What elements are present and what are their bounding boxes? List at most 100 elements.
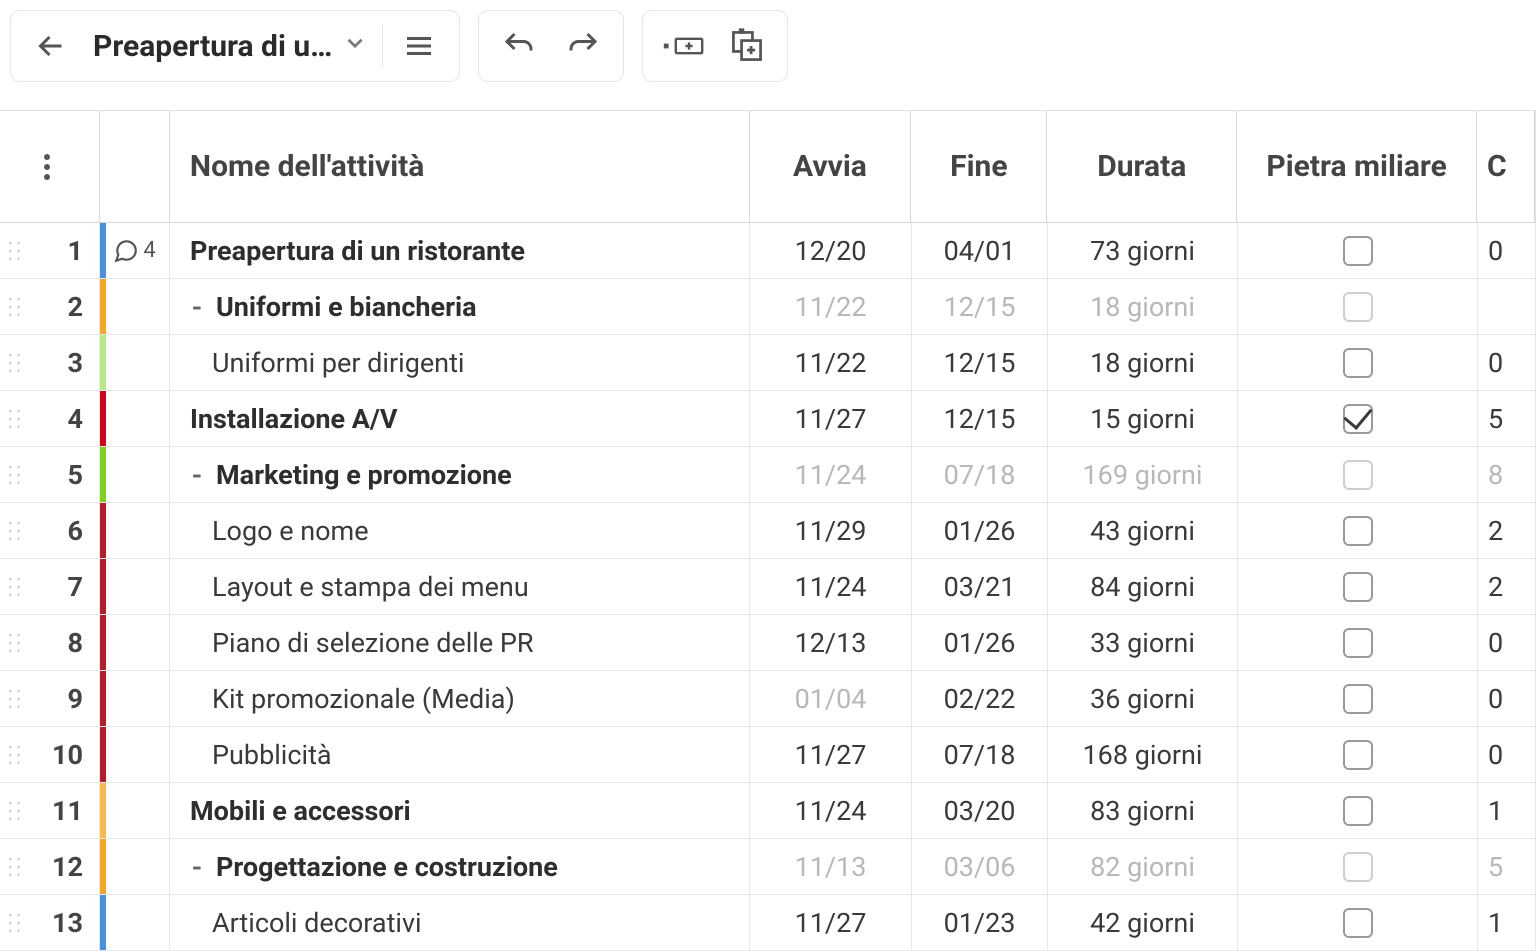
milestone-checkbox[interactable] <box>1343 852 1373 882</box>
drag-handle-icon[interactable]: ∷∷ <box>8 411 23 427</box>
milestone-checkbox[interactable] <box>1343 796 1373 826</box>
task-name-cell[interactable]: Piano di selezione delle PR <box>170 615 750 670</box>
duration-cell[interactable]: 82 giorni <box>1048 839 1238 894</box>
drag-handle-icon[interactable]: ∷∷ <box>8 243 23 259</box>
table-row[interactable]: ∷∷13 Articoli decorativi11/2701/2342 gior… <box>0 895 1536 951</box>
comment-cell[interactable]: 4 <box>100 223 170 278</box>
end-date-cell[interactable]: 03/21 <box>912 559 1048 614</box>
insert-task-button[interactable] <box>651 14 715 78</box>
end-date-cell[interactable]: 12/15 <box>912 335 1048 390</box>
start-date-cell[interactable]: 11/24 <box>750 447 912 502</box>
collapse-toggle-icon[interactable]: - <box>190 291 204 323</box>
duration-cell[interactable]: 42 giorni <box>1048 895 1238 950</box>
duration-cell[interactable]: 73 giorni <box>1048 223 1238 278</box>
drag-handle-icon[interactable]: ∷∷ <box>8 467 23 483</box>
menu-button[interactable] <box>387 14 451 78</box>
row-number-cell[interactable]: ∷∷13 <box>0 895 100 950</box>
row-number-cell[interactable]: ∷∷8 <box>0 615 100 670</box>
task-name-cell[interactable]: Mobili e accessori <box>170 783 750 838</box>
milestone-checkbox[interactable] <box>1343 348 1373 378</box>
duration-cell[interactable]: 15 giorni <box>1048 391 1238 446</box>
project-title-dropdown[interactable]: Preapertura di u… <box>83 29 378 64</box>
milestone-checkbox[interactable] <box>1343 236 1373 266</box>
comment-cell[interactable] <box>100 559 170 614</box>
drag-handle-icon[interactable]: ∷∷ <box>8 579 23 595</box>
start-date-cell[interactable]: 11/27 <box>750 391 912 446</box>
end-date-cell[interactable]: 01/26 <box>912 615 1048 670</box>
drag-handle-icon[interactable]: ∷∷ <box>8 915 23 931</box>
milestone-checkbox[interactable] <box>1343 572 1373 602</box>
start-date-cell[interactable]: 11/22 <box>750 279 912 334</box>
row-number-cell[interactable]: ∷∷4 <box>0 391 100 446</box>
milestone-checkbox[interactable] <box>1343 404 1373 434</box>
comment-cell[interactable] <box>100 335 170 390</box>
c-cell[interactable]: 1 <box>1478 783 1536 838</box>
header-end[interactable]: Fine <box>911 111 1047 222</box>
end-date-cell[interactable]: 07/18 <box>912 727 1048 782</box>
c-cell[interactable]: 0 <box>1478 671 1536 726</box>
drag-handle-icon[interactable]: ∷∷ <box>8 803 23 819</box>
start-date-cell[interactable]: 11/24 <box>750 559 912 614</box>
row-number-cell[interactable]: ∷∷6 <box>0 503 100 558</box>
start-date-cell[interactable]: 12/20 <box>750 223 912 278</box>
c-cell[interactable]: 1 <box>1478 895 1536 950</box>
milestone-checkbox[interactable] <box>1343 684 1373 714</box>
milestone-checkbox[interactable] <box>1343 516 1373 546</box>
task-name-cell[interactable]: Uniformi per dirigenti <box>170 335 750 390</box>
comment-cell[interactable] <box>100 727 170 782</box>
c-cell[interactable]: 0 <box>1478 335 1536 390</box>
drag-handle-icon[interactable]: ∷∷ <box>8 299 23 315</box>
end-date-cell[interactable]: 04/01 <box>912 223 1048 278</box>
table-row[interactable]: ∷∷8Piano di selezione delle PR12/1301/26… <box>0 615 1536 671</box>
duration-cell[interactable]: 43 giorni <box>1048 503 1238 558</box>
row-number-cell[interactable]: ∷∷3 <box>0 335 100 390</box>
table-row[interactable]: ∷∷3Uniformi per dirigenti11/2212/1518 gi… <box>0 335 1536 391</box>
task-name-cell[interactable]: Articoli decorativi <box>170 895 750 950</box>
drag-handle-icon[interactable]: ∷∷ <box>8 523 23 539</box>
table-row[interactable]: ∷∷5-Marketing e promozione11/2407/18169 … <box>0 447 1536 503</box>
duration-cell[interactable]: 33 giorni <box>1048 615 1238 670</box>
undo-button[interactable] <box>487 14 551 78</box>
end-date-cell[interactable]: 12/15 <box>912 391 1048 446</box>
end-date-cell[interactable]: 12/15 <box>912 279 1048 334</box>
end-date-cell[interactable]: 02/22 <box>912 671 1048 726</box>
header-menu-cell[interactable] <box>0 111 100 222</box>
table-row[interactable]: ∷∷2-Uniformi e biancheria11/2212/1518 gi… <box>0 279 1536 335</box>
c-cell[interactable]: 0 <box>1478 615 1536 670</box>
row-number-cell[interactable]: ∷∷2 <box>0 279 100 334</box>
collapse-toggle-icon[interactable]: - <box>190 459 204 491</box>
comment-cell[interactable] <box>100 783 170 838</box>
comment-badge[interactable]: 4 <box>113 238 155 264</box>
comment-cell[interactable] <box>100 671 170 726</box>
drag-handle-icon[interactable]: ∷∷ <box>8 355 23 371</box>
row-number-cell[interactable]: ∷∷10 <box>0 727 100 782</box>
end-date-cell[interactable]: 03/06 <box>912 839 1048 894</box>
table-row[interactable]: ∷∷4Installazione A/V11/2712/1515 giorni5 <box>0 391 1536 447</box>
row-number-cell[interactable]: ∷∷1 <box>0 223 100 278</box>
task-name-cell[interactable]: Pubblicità <box>170 727 750 782</box>
row-number-cell[interactable]: ∷∷7 <box>0 559 100 614</box>
milestone-checkbox[interactable] <box>1343 740 1373 770</box>
duration-cell[interactable]: 83 giorni <box>1048 783 1238 838</box>
comment-cell[interactable] <box>100 895 170 950</box>
table-row[interactable]: ∷∷6Logo e nome11/2901/2643 giorni2 <box>0 503 1536 559</box>
end-date-cell[interactable]: 07/18 <box>912 447 1048 502</box>
header-start[interactable]: Avvia <box>750 111 912 222</box>
comment-cell[interactable] <box>100 615 170 670</box>
start-date-cell[interactable]: 11/13 <box>750 839 912 894</box>
header-milestone[interactable]: Pietra miliare <box>1237 111 1477 222</box>
drag-handle-icon[interactable]: ∷∷ <box>8 747 23 763</box>
duration-cell[interactable]: 168 giorni <box>1048 727 1238 782</box>
comment-cell[interactable] <box>100 503 170 558</box>
end-date-cell[interactable]: 01/23 <box>912 895 1048 950</box>
row-number-cell[interactable]: ∷∷11 <box>0 783 100 838</box>
task-name-cell[interactable]: Installazione A/V <box>170 391 750 446</box>
comment-cell[interactable] <box>100 391 170 446</box>
start-date-cell[interactable]: 11/27 <box>750 895 912 950</box>
milestone-checkbox[interactable] <box>1343 460 1373 490</box>
start-date-cell[interactable]: 11/27 <box>750 727 912 782</box>
table-row[interactable]: ∷∷10Pubblicità11/2707/18168 giorni0 <box>0 727 1536 783</box>
milestone-checkbox[interactable] <box>1343 908 1373 938</box>
row-number-cell[interactable]: ∷∷12 <box>0 839 100 894</box>
c-cell[interactable]: 2 <box>1478 503 1536 558</box>
